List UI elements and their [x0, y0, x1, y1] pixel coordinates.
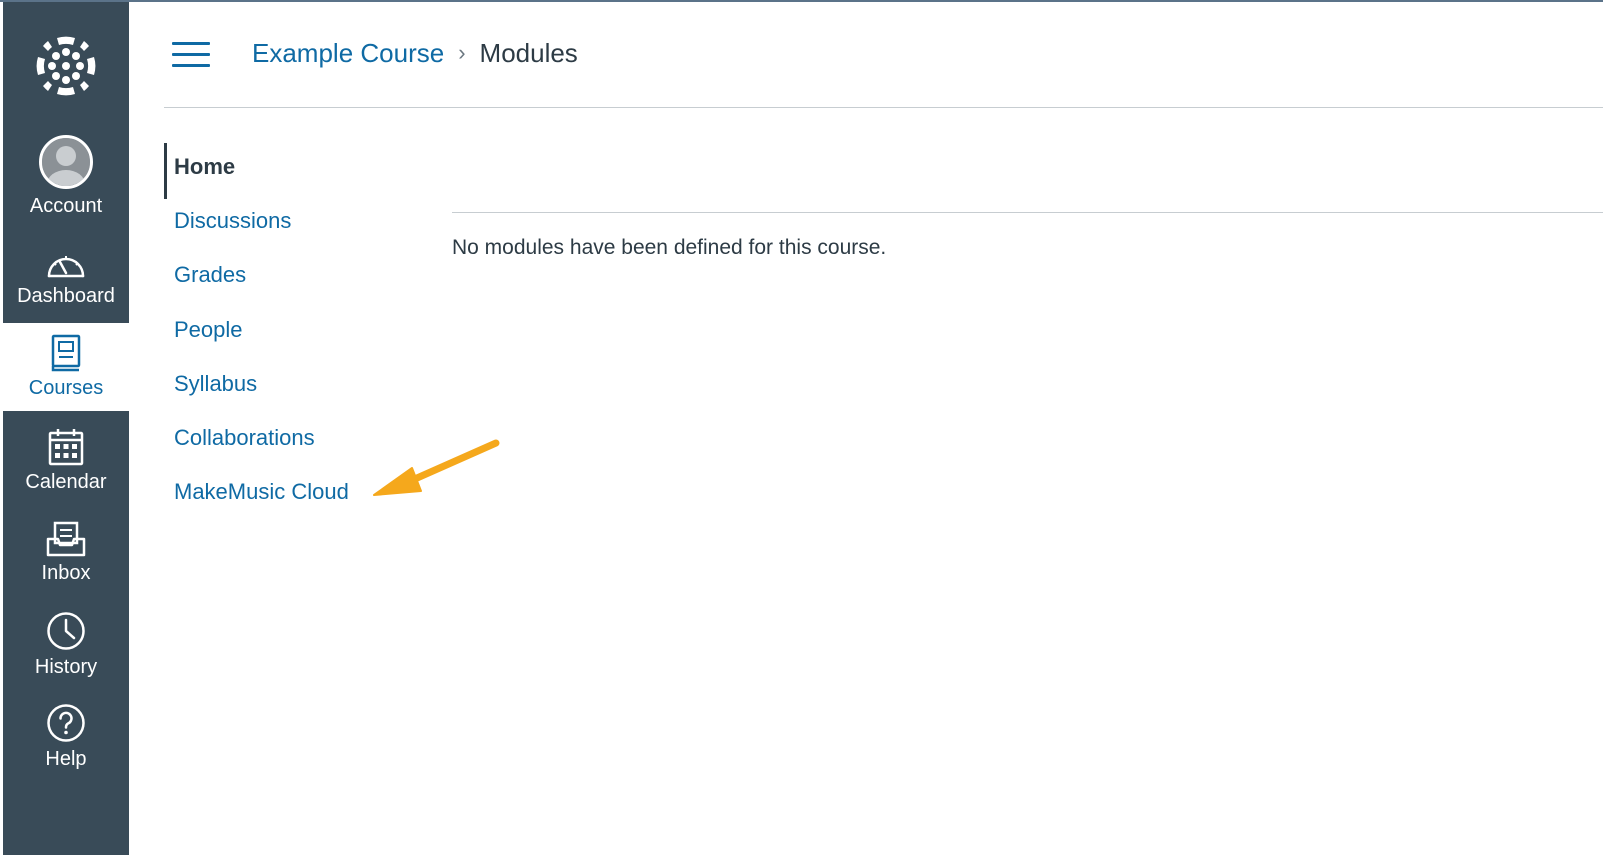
top-border	[0, 0, 1603, 2]
canvas-logo[interactable]	[3, 28, 129, 104]
empty-modules-message: No modules have been defined for this co…	[452, 236, 887, 259]
breadcrumb: Example Course › Modules	[252, 36, 578, 70]
nav-account-label: Account	[29, 195, 103, 217]
breadcrumb-current: Modules	[479, 38, 578, 68]
nav-inbox-label: Inbox	[41, 562, 91, 584]
dashboard-icon	[47, 256, 85, 278]
nav-calendar-label: Calendar	[25, 471, 107, 493]
content-divider	[452, 212, 1603, 213]
hamburger-line	[172, 64, 210, 67]
global-navigation: Account Dashboard Courses Calendar Inbox…	[3, 2, 129, 855]
nav-history-label: History	[34, 656, 98, 678]
avatar-icon	[39, 135, 93, 189]
course-nav-collaborations[interactable]: Collaborations	[174, 423, 315, 453]
canvas-logo-icon	[36, 36, 96, 96]
nav-courses-label: Courses	[28, 377, 104, 399]
breadcrumb-course-link[interactable]: Example Course	[252, 36, 444, 70]
nav-help-label: Help	[45, 748, 87, 770]
courses-icon	[51, 334, 81, 372]
course-nav-people[interactable]: People	[174, 315, 243, 345]
breadcrumb-separator: ›	[458, 40, 466, 65]
nav-help[interactable]: Help	[3, 692, 129, 782]
course-nav-grades[interactable]: Grades	[174, 260, 246, 290]
nav-inbox[interactable]: Inbox	[3, 508, 129, 598]
nav-dashboard-label: Dashboard	[17, 285, 115, 307]
nav-courses[interactable]: Courses	[3, 323, 129, 411]
nav-calendar[interactable]: Calendar	[3, 416, 129, 506]
hamburger-line	[172, 42, 210, 45]
nav-account[interactable]: Account	[3, 126, 129, 226]
course-nav-makemusic-cloud[interactable]: MakeMusic Cloud	[174, 477, 349, 507]
hamburger-line	[172, 53, 210, 56]
course-menu-toggle[interactable]	[172, 42, 212, 70]
help-icon	[47, 704, 85, 742]
calendar-icon	[48, 429, 84, 466]
course-nav-discussions[interactable]: Discussions	[174, 206, 291, 236]
nav-dashboard[interactable]: Dashboard	[3, 235, 129, 321]
inbox-icon	[46, 521, 86, 557]
course-nav-home[interactable]: Home	[174, 152, 235, 182]
header-divider	[164, 107, 1603, 108]
clock-icon	[47, 612, 85, 650]
annotation-arrow-icon	[373, 439, 500, 496]
active-indicator	[164, 143, 167, 199]
course-nav-syllabus[interactable]: Syllabus	[174, 369, 257, 399]
nav-history[interactable]: History	[3, 600, 129, 690]
